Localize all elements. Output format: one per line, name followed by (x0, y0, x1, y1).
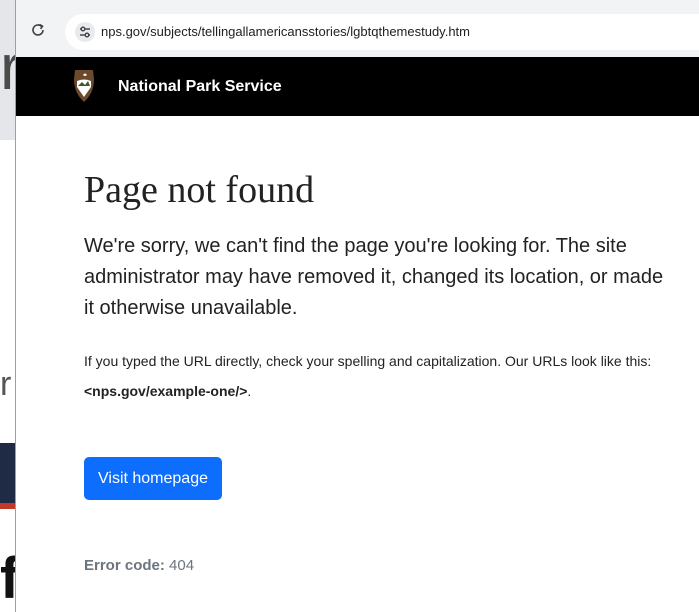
site-name[interactable]: National Park Service (118, 78, 282, 96)
nps-arrowhead-icon[interactable] (72, 69, 96, 108)
reload-icon[interactable] (30, 22, 46, 38)
site-header: National Park Service (16, 57, 699, 116)
background-dark-band (0, 443, 16, 503)
lead-text: We're sorry, we can't find the page you'… (84, 235, 664, 319)
help-prefix: If you typed the URL directly, check you… (84, 353, 652, 369)
help-text: If you typed the URL directly, check you… (84, 346, 664, 406)
background-red-band (0, 503, 16, 509)
browser-toolbar: nps.gov/subjects/tellingallamericansstor… (16, 0, 699, 57)
url-text[interactable]: nps.gov/subjects/tellingallamericansstor… (101, 24, 470, 39)
error-code-value: 404 (169, 557, 195, 574)
tune-icon[interactable] (75, 22, 95, 42)
address-bar[interactable]: nps.gov/subjects/tellingallamericansstor… (65, 14, 699, 50)
error-code: Error code: 404 (84, 557, 194, 574)
background-glyph-mid: r (0, 365, 12, 403)
browser-window: nps.gov/subjects/tellingallamericansstor… (15, 0, 699, 612)
url-example: <nps.gov/example-one/> (84, 383, 248, 399)
page-title: Page not found (84, 169, 315, 211)
help-suffix: . (247, 383, 252, 399)
error-code-label: Error code: (84, 557, 165, 574)
visit-homepage-button[interactable]: Visit homepage (84, 457, 222, 500)
